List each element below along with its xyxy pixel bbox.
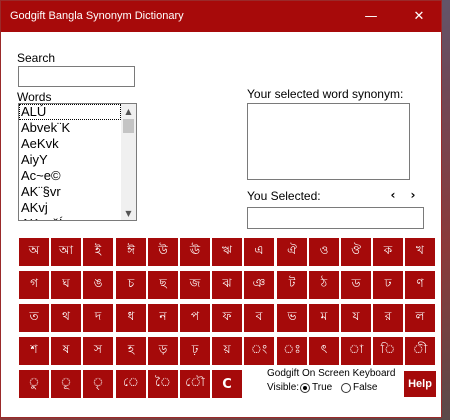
bangla-key[interactable]: চ (116, 271, 146, 299)
bangla-key[interactable]: ঐ (277, 238, 307, 266)
close-icon: ✕ (413, 9, 425, 24)
word-list-item[interactable]: AK¬všÍ (19, 216, 121, 220)
help-button[interactable]: Help (404, 371, 436, 397)
word-list-item[interactable]: AiyY (19, 152, 121, 168)
bangla-key[interactable]: ঊ (180, 238, 210, 266)
bangla-key[interactable]: জ (180, 271, 210, 299)
bangla-key[interactable]: এ (244, 238, 274, 266)
selected-label: You Selected: (247, 189, 321, 203)
bangla-key[interactable]: ে (116, 370, 146, 398)
bangla-key[interactable]: ধ (116, 304, 146, 332)
scroll-down-arrow-icon[interactable]: ▼ (121, 206, 136, 220)
visible-false-radio[interactable] (341, 383, 351, 393)
keyboard-title: Godgift On Screen Keyboard (267, 368, 396, 379)
clear-key[interactable]: C (212, 370, 242, 398)
bangla-key[interactable]: প (180, 304, 210, 332)
bangla-key[interactable]: া (341, 337, 371, 365)
bangla-key[interactable]: ণ (405, 271, 435, 299)
bangla-key[interactable]: ম (309, 304, 339, 332)
bangla-key[interactable]: ঞ (244, 271, 274, 299)
bangla-key[interactable]: ত (19, 304, 49, 332)
bangla-key[interactable]: ৌ (180, 370, 210, 398)
words-items: ALÚAbvek¨KAeKvkAiyYAc~e©AK¨§vrAKvjAK¬všÍ (19, 104, 121, 220)
bangla-key[interactable]: হ (116, 337, 146, 365)
bangla-key[interactable]: ই (83, 238, 113, 266)
bangla-key[interactable]: ন (148, 304, 178, 332)
minimize-button[interactable]: — (349, 1, 393, 32)
bangla-key[interactable]: ঘ (51, 271, 81, 299)
bangla-key[interactable]: ষ (51, 337, 81, 365)
bangla-key[interactable]: ঃ (277, 337, 307, 365)
words-scrollbar[interactable]: ▲ ▼ (121, 104, 136, 220)
scroll-thumb[interactable] (123, 119, 134, 133)
word-list-item[interactable]: ALÚ (19, 104, 121, 120)
selected-word-field[interactable] (247, 207, 424, 229)
bangla-key[interactable]: ৃ (83, 370, 113, 398)
visible-false-label: False (353, 382, 378, 393)
synonym-output-box[interactable] (247, 103, 410, 180)
bangla-key[interactable]: আ (51, 238, 81, 266)
bangla-key[interactable]: খ (405, 238, 435, 266)
bangla-key[interactable]: ঠ (309, 271, 339, 299)
bangla-key[interactable]: ফ (212, 304, 242, 332)
word-list-item[interactable]: Abvek¨K (19, 120, 121, 136)
bangla-key[interactable]: ঔ (341, 238, 371, 266)
scroll-up-arrow-icon[interactable]: ▲ (121, 104, 136, 118)
search-input[interactable] (18, 66, 135, 87)
search-label: Search (17, 51, 56, 65)
visible-label: Visible: (267, 382, 300, 393)
next-arrow-icon[interactable]: › (406, 188, 420, 202)
previous-arrow-icon[interactable]: ‹ (386, 188, 400, 202)
bangla-key[interactable]: দ (83, 304, 113, 332)
word-list-item[interactable]: AK¨§vr (19, 184, 121, 200)
bangla-key[interactable]: ী (405, 337, 435, 365)
bangla-key[interactable]: ু (19, 370, 49, 398)
bangla-key[interactable]: য় (212, 337, 242, 365)
bangla-key[interactable]: ঢ় (180, 337, 210, 365)
bangla-key[interactable]: ট (277, 271, 307, 299)
close-button[interactable]: ✕ (397, 1, 441, 32)
word-list-item[interactable]: AeKvk (19, 136, 121, 152)
bangla-key[interactable]: য (341, 304, 371, 332)
bangla-key[interactable]: ৎ (309, 337, 339, 365)
bangla-key[interactable]: ড (341, 271, 371, 299)
bangla-key[interactable]: ভ (277, 304, 307, 332)
bangla-key[interactable]: ৈ (148, 370, 178, 398)
bangla-key[interactable]: ও (309, 238, 339, 266)
words-list[interactable]: ALÚAbvek¨KAeKvkAiyYAc~e©AK¨§vrAKvjAK¬všÍ… (18, 103, 137, 221)
bangla-key[interactable]: ঙ (83, 271, 113, 299)
bangla-key[interactable]: ি (373, 337, 403, 365)
bangla-key[interactable]: ঈ (116, 238, 146, 266)
bangla-key[interactable]: র (373, 304, 403, 332)
bangla-key[interactable]: ূ (51, 370, 81, 398)
minimize-icon: — (364, 9, 378, 24)
bangla-key[interactable]: ড় (148, 337, 178, 365)
word-list-item[interactable]: Ac~e© (19, 168, 121, 184)
synonym-label: Your selected word synonym: (247, 87, 404, 101)
bangla-key[interactable]: ঝ (212, 271, 242, 299)
window-title: Godgift Bangla Synonym Dictionary (10, 10, 184, 22)
bangla-key[interactable]: ব (244, 304, 274, 332)
bangla-key[interactable]: ঢ (373, 271, 403, 299)
bangla-key[interactable]: ক (373, 238, 403, 266)
visible-true-radio[interactable] (300, 383, 310, 393)
bangla-key[interactable]: শ (19, 337, 49, 365)
bangla-key[interactable]: ছ (148, 271, 178, 299)
bangla-key[interactable]: থ (51, 304, 81, 332)
bangla-key[interactable]: অ (19, 238, 49, 266)
bangla-key[interactable]: ল (405, 304, 435, 332)
app-window: Godgift Bangla Synonym Dictionary — ✕ Se… (0, 0, 442, 418)
word-list-item[interactable]: AKvj (19, 200, 121, 216)
title-bar: Godgift Bangla Synonym Dictionary — ✕ (1, 1, 441, 32)
bangla-key[interactable]: উ (148, 238, 178, 266)
bangla-key[interactable]: স (83, 337, 113, 365)
bangla-key[interactable]: গ (19, 271, 49, 299)
bangla-key[interactable]: ঋ (212, 238, 242, 266)
bangla-key[interactable]: ং (244, 337, 274, 365)
visible-true-label: True (312, 382, 333, 393)
words-label: Words (17, 90, 52, 104)
